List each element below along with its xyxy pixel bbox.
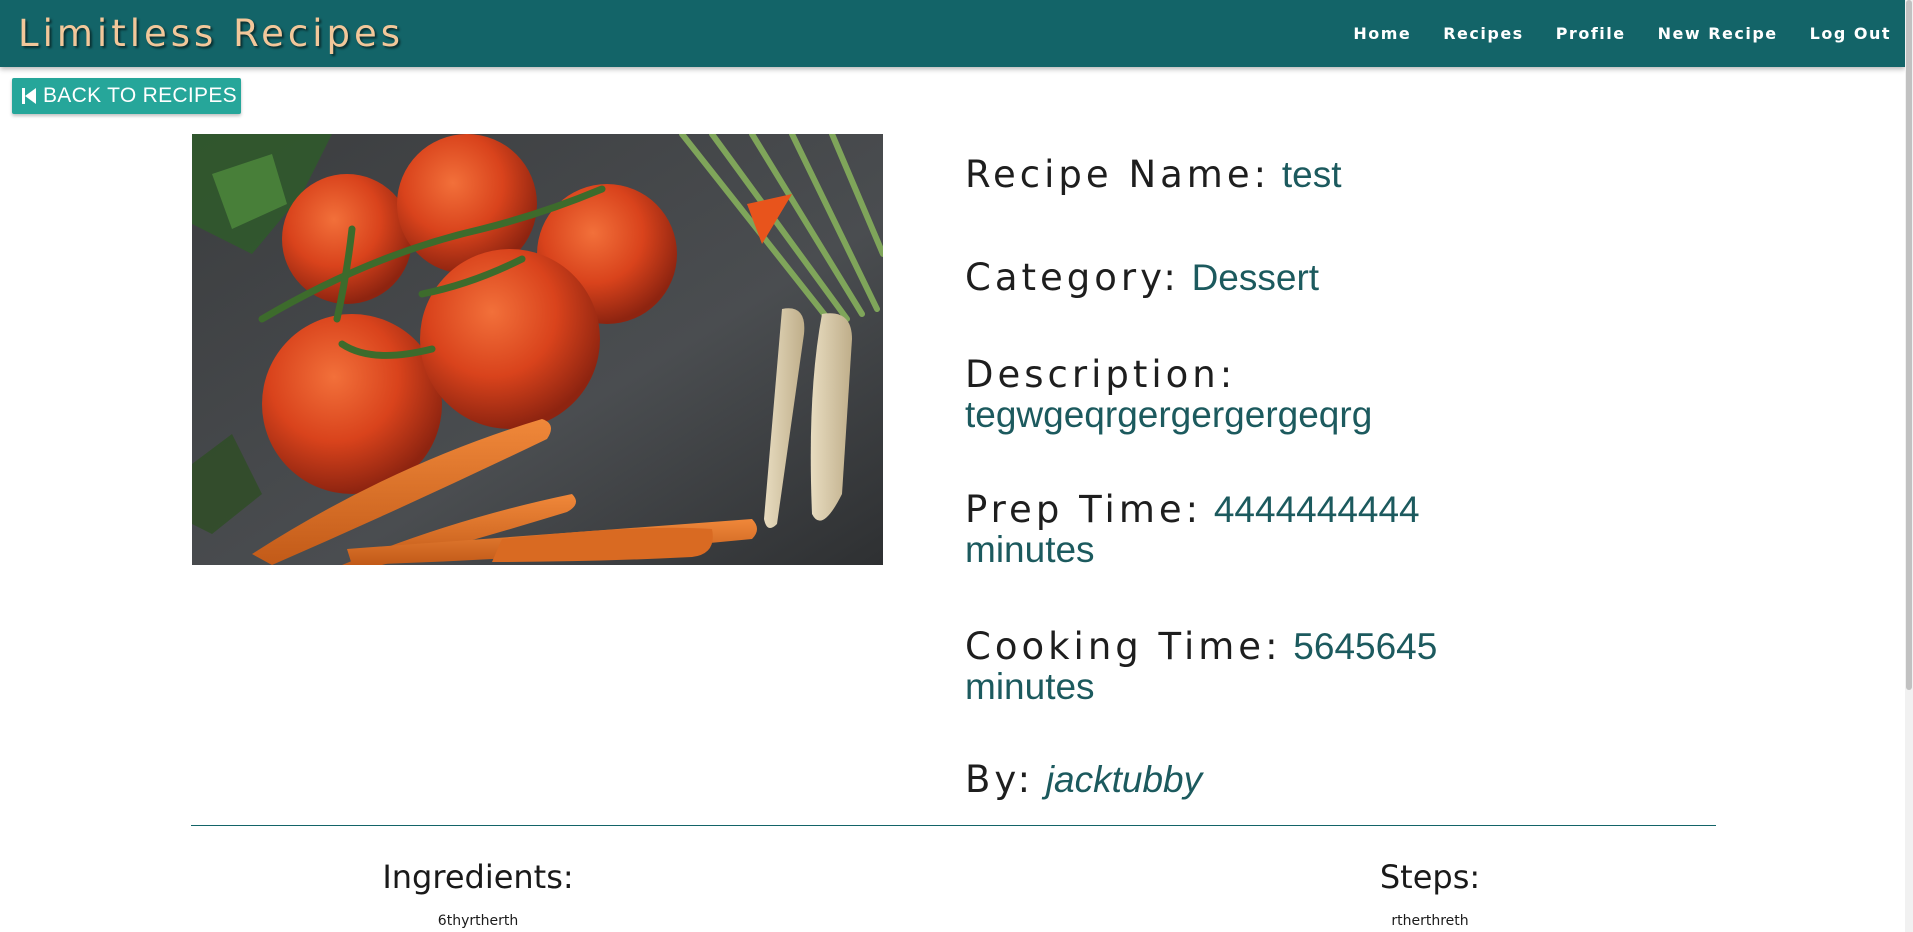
category-field: Category: Dessert — [965, 258, 1319, 298]
step-item: rtherthreth — [1391, 913, 1469, 929]
prep-time-label: Prep Time: — [965, 488, 1203, 531]
ingredient-item: 6thyrtherth — [437, 913, 519, 929]
scrollbar-thumb[interactable] — [1906, 0, 1912, 690]
skip-previous-icon — [22, 87, 36, 105]
back-to-recipes-button[interactable]: BACK TO RECIPES — [12, 78, 241, 114]
recipe-image — [192, 134, 883, 565]
nav-link-profile[interactable]: Profile — [1556, 24, 1626, 43]
nav-link-new-recipe[interactable]: New Recipe — [1658, 24, 1778, 43]
category-value: Dessert — [1191, 257, 1320, 298]
brand-logo[interactable]: Limitless Recipes — [18, 12, 404, 55]
navbar: Limitless Recipes Home Recipes Profile N… — [0, 0, 1905, 67]
cooking-time-value: 5645645 — [1293, 626, 1438, 667]
cooking-time-field: Cooking Time: 5645645 minutes — [965, 627, 1437, 707]
description-field: Description: tegwgeqrgergergergeqrg — [965, 355, 1372, 435]
author-field: By: jacktubby — [965, 760, 1202, 800]
recipe-name-field: Recipe Name: test — [965, 155, 1341, 195]
category-label: Category: — [965, 256, 1180, 299]
description-value: tegwgeqrgergergergeqrg — [965, 394, 1373, 435]
prep-time-value: 4444444444 — [1213, 489, 1420, 530]
nav-links: Home Recipes Profile New Recipe Log Out — [1353, 24, 1891, 43]
description-label: Description: — [965, 353, 1237, 396]
cooking-time-label: Cooking Time: — [965, 625, 1282, 668]
section-divider — [191, 825, 1716, 826]
cooking-time-unit: minutes — [965, 666, 1095, 707]
prep-time-unit: minutes — [965, 529, 1095, 570]
steps-title: Steps: — [1379, 858, 1481, 896]
nav-link-log-out[interactable]: Log Out — [1810, 24, 1891, 43]
author-label: By: — [965, 758, 1035, 801]
back-button-label: BACK TO RECIPES — [43, 84, 237, 107]
prep-time-field: Prep Time: 4444444444 minutes — [965, 490, 1420, 570]
author-value: jacktubby — [1045, 759, 1203, 800]
nav-link-home[interactable]: Home — [1353, 24, 1411, 43]
recipe-name-value: test — [1281, 154, 1342, 195]
ingredients-title: Ingredients: — [382, 858, 574, 896]
nav-link-recipes[interactable]: Recipes — [1443, 24, 1523, 43]
recipe-name-label: Recipe Name: — [965, 153, 1271, 196]
